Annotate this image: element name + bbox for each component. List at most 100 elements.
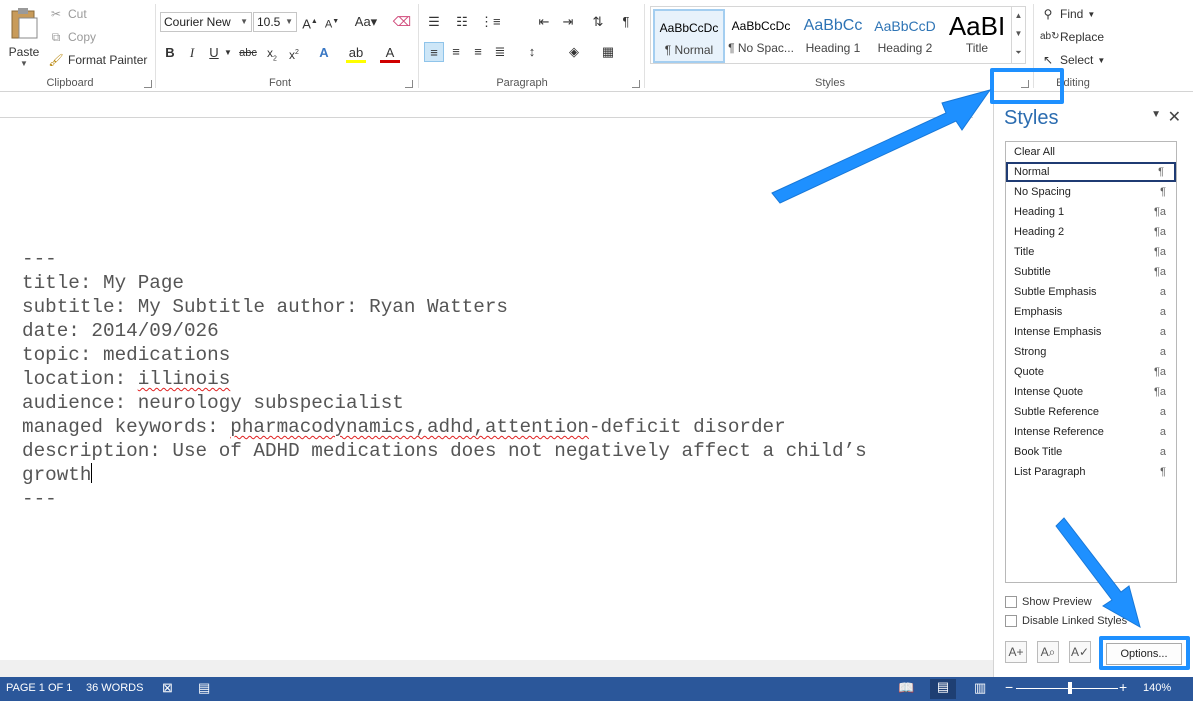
style-tile-title[interactable]: AaBI Title: [941, 9, 1013, 63]
binoculars-icon: ⚲: [1043, 7, 1053, 21]
document-body[interactable]: --- title: My Page subtitle: My Subtitle a…: [22, 247, 867, 511]
read-mode-icon[interactable]: 📖: [898, 680, 914, 696]
clear-formatting-icon[interactable]: ⌫: [392, 12, 412, 32]
decrease-indent-icon[interactable]: ⇤: [534, 12, 554, 32]
chevron-down-icon[interactable]: ▼: [222, 43, 234, 63]
paste-button[interactable]: Paste ▼: [6, 6, 42, 70]
style-sample: AaBbCcDc: [731, 19, 791, 33]
paragraph-launcher-icon[interactable]: [632, 80, 640, 88]
strikethrough-icon[interactable]: abc: [238, 43, 258, 63]
style-list-label: Title: [1014, 246, 1035, 258]
new-style-icon[interactable]: A+: [1005, 641, 1027, 663]
bullets-icon[interactable]: ☰: [424, 12, 444, 32]
show-preview-checkbox[interactable]: Show Preview: [1005, 596, 1092, 608]
change-case-icon[interactable]: Aa▾: [352, 12, 380, 32]
bold-icon[interactable]: B: [160, 43, 180, 63]
style-list-item[interactable]: Book Title a: [1006, 442, 1176, 462]
increase-indent-icon[interactable]: ⇥: [558, 12, 578, 32]
show-marks-icon[interactable]: ¶: [616, 12, 636, 32]
style-list-item[interactable]: Subtitle ¶a: [1006, 262, 1176, 282]
select-button[interactable]: ↖ Select ▼: [1040, 50, 1105, 70]
style-list-item[interactable]: Subtle Emphasis a: [1006, 282, 1176, 302]
checkbox-box[interactable]: [1005, 615, 1017, 627]
chevron-down-icon: ▼: [285, 17, 293, 26]
style-list-item[interactable]: Heading 1 ¶a: [1006, 202, 1176, 222]
clipboard-launcher-icon[interactable]: [144, 80, 152, 88]
doc-line: date: 2014/09/026: [22, 320, 219, 342]
pane-menu-icon[interactable]: ▼: [1151, 109, 1161, 120]
page-count[interactable]: PAGE 1 OF 1: [6, 682, 72, 694]
style-list-item[interactable]: No Spacing ¶: [1006, 182, 1176, 202]
misspelled-word[interactable]: pharmacodynamics,adhd,attention: [230, 416, 589, 438]
style-list-item[interactable]: Intense Reference a: [1006, 422, 1176, 442]
font-launcher-icon[interactable]: [405, 80, 413, 88]
style-list-item[interactable]: Heading 2 ¶a: [1006, 222, 1176, 242]
font-color-icon[interactable]: A: [380, 43, 400, 63]
style-list-item[interactable]: Emphasis a: [1006, 302, 1176, 322]
gallery-scroll-up-icon[interactable]: ▲: [1011, 7, 1025, 25]
gallery-more-icon[interactable]: ⏷: [1011, 43, 1025, 63]
find-button[interactable]: ⚲ Find ▼: [1040, 4, 1096, 24]
superscript-icon[interactable]: x2: [284, 43, 304, 63]
style-list-item[interactable]: Quote ¶a: [1006, 362, 1176, 382]
copy-button[interactable]: ⧉ Copy: [48, 27, 96, 47]
gallery-scroll-down-icon[interactable]: ▼: [1011, 25, 1025, 43]
misspelled-word[interactable]: illinois: [138, 368, 231, 390]
highlight-icon[interactable]: ab: [346, 43, 366, 63]
borders-icon[interactable]: ▦: [598, 42, 618, 62]
style-list-item[interactable]: Title ¶a: [1006, 242, 1176, 262]
align-center-icon[interactable]: ≡: [446, 42, 466, 62]
font-name-combo[interactable]: Courier New ▼: [160, 12, 252, 32]
cut-button[interactable]: ✂ Cut: [48, 4, 87, 24]
styles-gallery[interactable]: AaBbCcDc ¶ Normal AaBbCcDc ¶ No Spac... …: [650, 6, 1026, 64]
manage-styles-icon[interactable]: A✓: [1069, 641, 1091, 663]
zoom-slider[interactable]: [1016, 688, 1118, 689]
style-list-item[interactable]: List Paragraph ¶: [1006, 462, 1176, 482]
style-inspector-icon[interactable]: A⌕: [1037, 641, 1059, 663]
replace-button[interactable]: ab↻ Replace: [1040, 27, 1104, 47]
zoom-in-icon[interactable]: +: [1119, 679, 1127, 695]
style-list[interactable]: Clear All Normal ¶ No Spacing ¶ Heading 1 ¶…: [1005, 141, 1177, 583]
italic-icon[interactable]: I: [182, 43, 202, 63]
style-tile-heading-2[interactable]: AaBbCcD Heading 2: [869, 9, 941, 63]
style-list-item[interactable]: Intense Emphasis a: [1006, 322, 1176, 342]
style-list-item[interactable]: Clear All: [1006, 142, 1176, 162]
style-list-label: List Paragraph: [1014, 466, 1086, 478]
zoom-level[interactable]: 140%: [1143, 682, 1171, 694]
style-list-item[interactable]: Intense Quote ¶a: [1006, 382, 1176, 402]
grow-font-icon[interactable]: A▲: [300, 12, 320, 32]
line-spacing-icon[interactable]: ↕: [522, 42, 542, 62]
style-tile-normal[interactable]: AaBbCcDc ¶ Normal: [653, 9, 725, 63]
style-list-label: No Spacing: [1014, 186, 1071, 198]
sort-icon[interactable]: ⇅: [588, 12, 608, 32]
word-count[interactable]: 36 WORDS: [86, 682, 143, 694]
underline-icon[interactable]: U: [204, 43, 224, 63]
checkbox-box[interactable]: [1005, 596, 1017, 608]
print-layout-icon[interactable]: ▤: [930, 679, 956, 699]
multilevel-list-icon[interactable]: ⋮≡: [480, 12, 501, 32]
web-layout-icon[interactable]: ▥: [974, 680, 986, 696]
shading-icon[interactable]: ◈: [564, 42, 584, 62]
macro-icon[interactable]: ▤: [198, 680, 210, 696]
font-size-combo[interactable]: 10.5 ▼: [253, 12, 297, 32]
close-icon[interactable]: ✕: [1168, 107, 1181, 127]
proofing-icon[interactable]: ⊠: [162, 680, 173, 696]
style-list-item[interactable]: Strong a: [1006, 342, 1176, 362]
disable-linked-styles-checkbox[interactable]: Disable Linked Styles: [1005, 615, 1127, 627]
justify-icon[interactable]: ≣: [490, 42, 510, 62]
doc-line: managed keywords: pharmacodynamics,adhd,…: [22, 415, 867, 439]
align-right-icon[interactable]: ≡: [468, 42, 488, 62]
shrink-font-icon[interactable]: A▼: [322, 12, 342, 32]
style-tile-no-spacing[interactable]: AaBbCcDc ¶ No Spac...: [725, 9, 797, 63]
format-painter-button[interactable]: 🖌 Format Painter: [48, 50, 147, 70]
subscript-icon[interactable]: x2: [262, 43, 282, 63]
align-left-icon[interactable]: ≡: [424, 42, 444, 62]
find-label: Find: [1060, 7, 1084, 21]
style-list-item[interactable]: Subtle Reference a: [1006, 402, 1176, 422]
zoom-out-icon[interactable]: −: [1005, 679, 1013, 695]
text-effects-icon[interactable]: A: [314, 43, 334, 63]
numbering-icon[interactable]: ☷: [452, 12, 472, 32]
style-tile-heading-1[interactable]: AaBbCc Heading 1: [797, 9, 869, 63]
style-list-item-selected[interactable]: Normal ¶: [1006, 162, 1176, 182]
zoom-slider-thumb[interactable]: [1068, 682, 1072, 694]
